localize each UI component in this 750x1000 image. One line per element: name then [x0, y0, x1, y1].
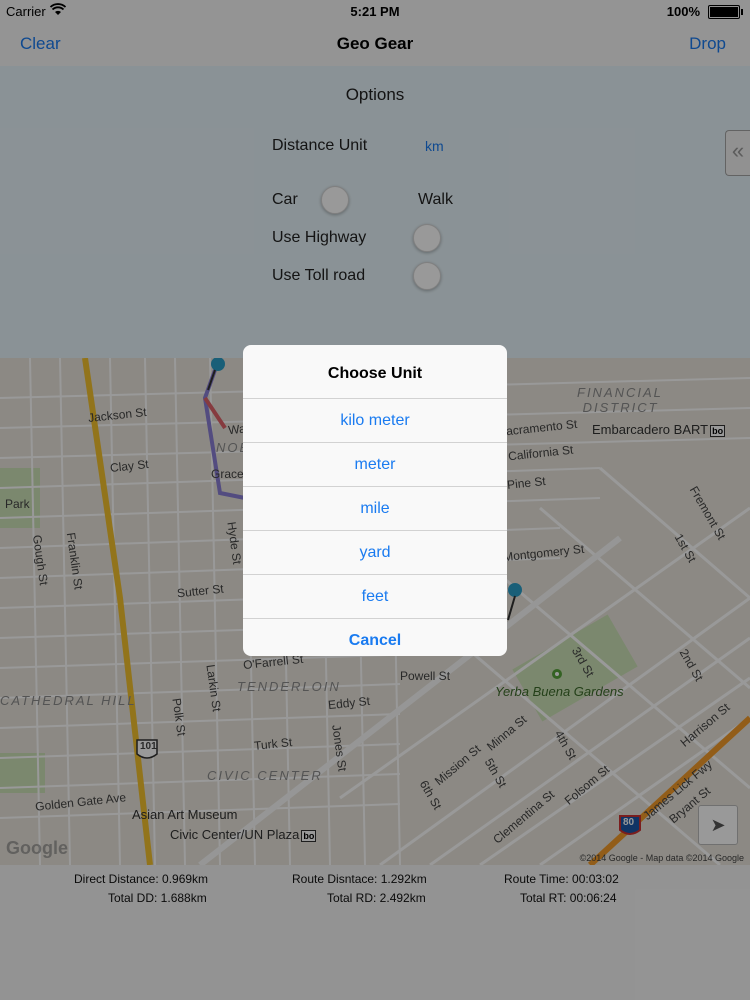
dialog-title: Choose Unit	[243, 345, 507, 399]
unit-option-kilometer[interactable]: kilo meter	[243, 399, 507, 443]
cancel-button[interactable]: Cancel	[243, 619, 507, 656]
unit-option-meter[interactable]: meter	[243, 443, 507, 487]
unit-option-yard[interactable]: yard	[243, 531, 507, 575]
choose-unit-dialog: Choose Unit kilo meter meter mile yard f…	[243, 345, 507, 656]
unit-option-feet[interactable]: feet	[243, 575, 507, 619]
unit-option-mile[interactable]: mile	[243, 487, 507, 531]
